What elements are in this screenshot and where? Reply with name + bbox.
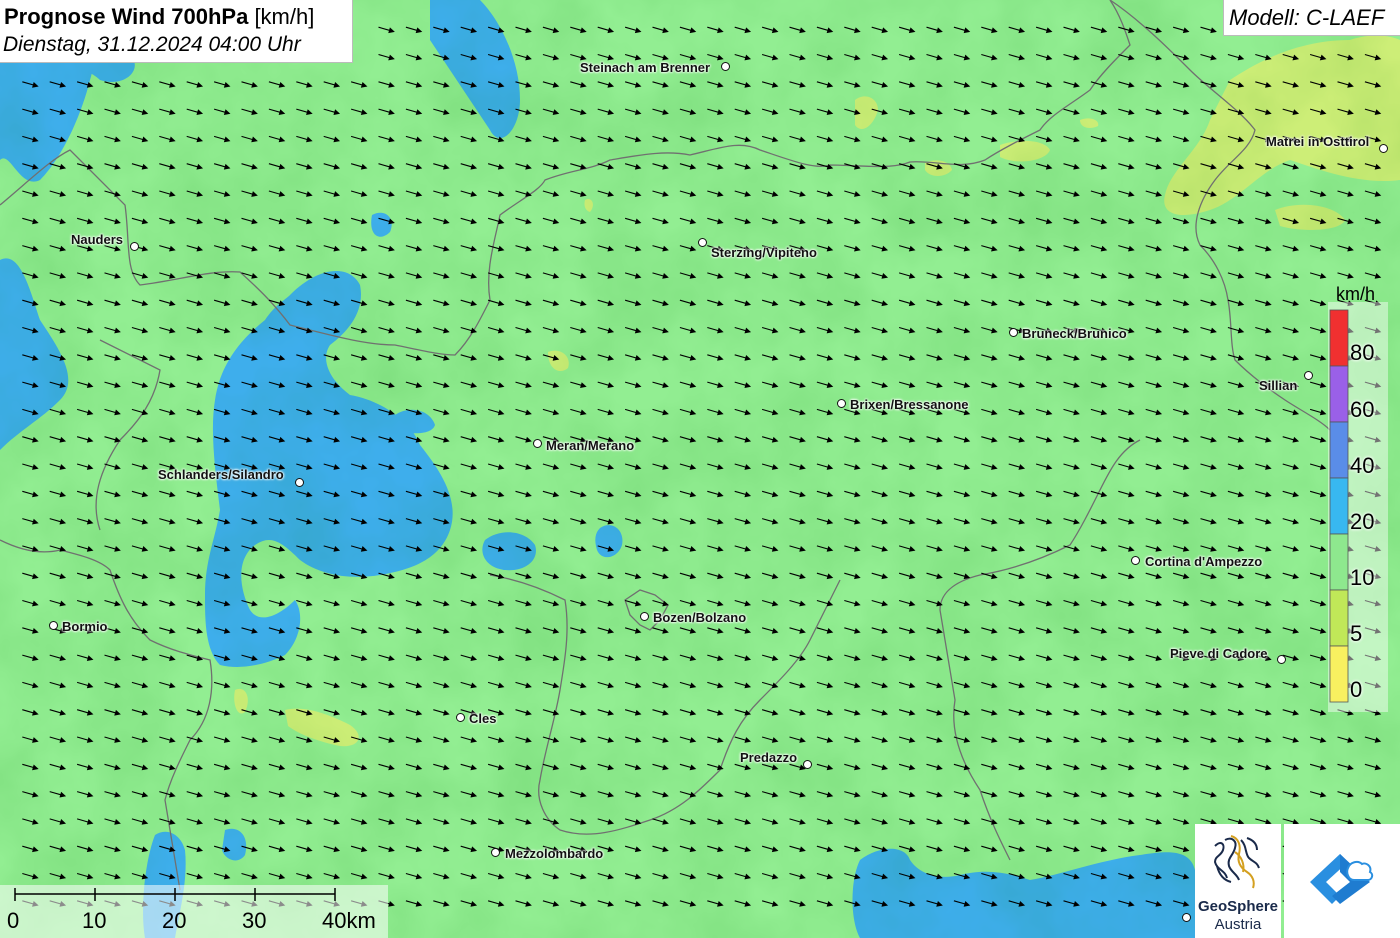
legend-color-band <box>1329 477 1349 535</box>
city-label[interactable]: Mezzolombardo <box>505 846 603 861</box>
model-box: Modell: C-LAEF <box>1223 0 1400 36</box>
geosphere-logo-icon <box>1213 835 1260 889</box>
city-label[interactable]: Brixen/Bressanone <box>850 397 969 412</box>
logo-name: GeoSphere <box>1197 898 1279 915</box>
city-marker[interactable] <box>640 612 649 621</box>
city-label[interactable]: Pieve di Cadore <box>1170 646 1268 661</box>
legend-label: 5 <box>1350 621 1363 646</box>
city-marker[interactable] <box>837 399 846 408</box>
legend-label: 10 <box>1350 565 1375 590</box>
city-marker[interactable] <box>1131 556 1140 565</box>
legend-label: 40 <box>1350 453 1375 478</box>
map-title: Prognose Wind 700hPa <box>4 4 249 29</box>
legend-bars <box>1329 309 1349 703</box>
city-marker[interactable] <box>1009 328 1018 337</box>
legend-color-band <box>1329 533 1349 591</box>
legend-color-band <box>1329 309 1349 367</box>
city-label[interactable]: Predazzo <box>740 750 797 765</box>
model-label: Modell: C-LAEF <box>1229 5 1385 30</box>
legend-color-band <box>1329 589 1349 647</box>
scale-label: 10 <box>82 908 107 933</box>
title-box: Prognose Wind 700hPa [km/h] Dienstag, 31… <box>0 0 353 63</box>
city-label[interactable]: Steinach am Brenner <box>580 60 710 75</box>
legend-color-band <box>1329 421 1349 479</box>
scale-label: 30 <box>242 908 267 933</box>
scale-label: 20 <box>162 908 187 933</box>
city-marker[interactable] <box>130 242 139 251</box>
city-marker[interactable] <box>295 478 304 487</box>
title-line: Prognose Wind 700hPa [km/h] <box>4 4 314 30</box>
city-label[interactable]: Sterzing/Vipiteno <box>711 245 817 260</box>
scale-label: 0 <box>7 908 20 933</box>
cloud-arrow-icon <box>1310 854 1374 904</box>
city-marker[interactable] <box>1182 913 1191 922</box>
city-marker[interactable] <box>533 439 542 448</box>
city-marker[interactable] <box>491 848 500 857</box>
legend-label: 80 <box>1350 340 1375 365</box>
city-label[interactable]: Cortina d'Ampezzo <box>1145 554 1262 569</box>
city-label[interactable]: Meran/Merano <box>546 438 634 453</box>
geosphere-logo[interactable]: GeoSphere Austria <box>1195 824 1281 938</box>
forecast-date: Dienstag, 31.12.2024 04:00 Uhr <box>3 33 301 56</box>
city-marker[interactable] <box>1379 144 1388 153</box>
scale-label: 40km <box>322 908 376 933</box>
legend-label: 0 <box>1350 677 1363 702</box>
logo-subtitle: Austria <box>1214 916 1262 933</box>
city-label[interactable]: Matrei in Osttirol <box>1266 134 1369 149</box>
legend-label: 20 <box>1350 509 1375 534</box>
city-marker[interactable] <box>49 621 58 630</box>
city-marker[interactable] <box>1277 655 1286 664</box>
map-unit: [km/h] <box>254 4 315 29</box>
city-marker[interactable] <box>803 760 812 769</box>
city-label[interactable]: Nauders <box>71 232 123 247</box>
city-marker[interactable] <box>456 713 465 722</box>
city-label[interactable]: Schlanders/Silandro <box>158 467 284 482</box>
legend-color-band <box>1329 365 1349 423</box>
weather-app-logo[interactable] <box>1284 824 1400 938</box>
city-label[interactable]: Bormio <box>62 619 108 634</box>
city-label[interactable]: Bruneck/Brunico <box>1022 326 1127 341</box>
city-marker[interactable] <box>1304 371 1313 380</box>
city-label[interactable]: Cles <box>469 711 496 726</box>
legend-color-band <box>1329 645 1349 703</box>
city-label[interactable]: Bozen/Bolzano <box>653 610 746 625</box>
legend-label: 60 <box>1350 397 1375 422</box>
city-label[interactable]: Sillian <box>1259 378 1297 393</box>
city-marker[interactable] <box>721 62 730 71</box>
city-marker[interactable] <box>698 238 707 247</box>
